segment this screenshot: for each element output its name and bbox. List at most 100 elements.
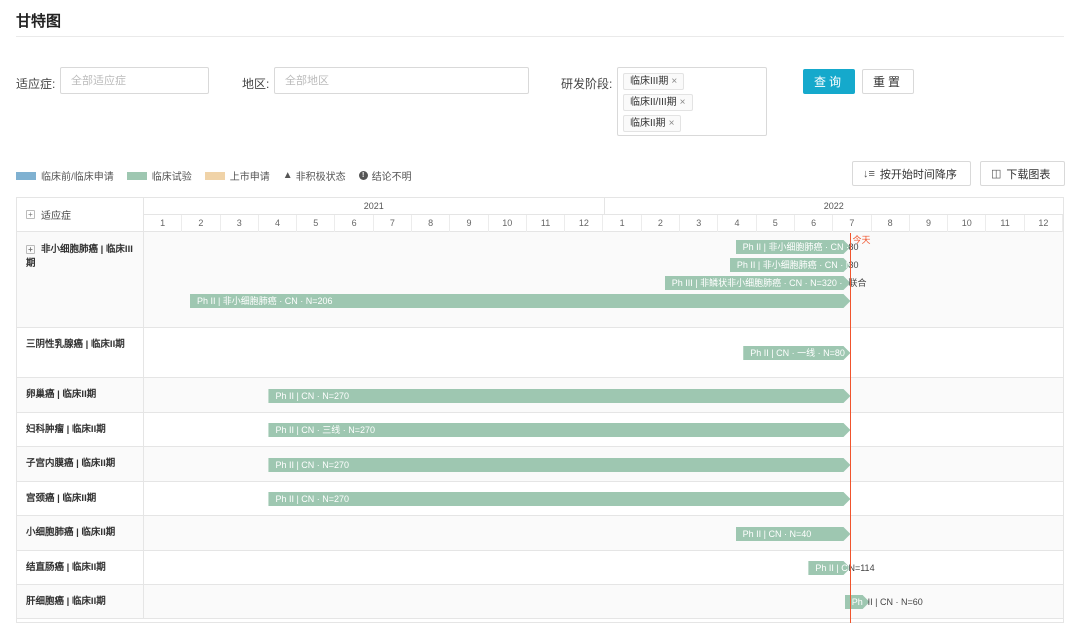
month-label: 7 (833, 215, 872, 232)
year-axis: 2021 2022 (144, 198, 1063, 215)
tag-close-icon[interactable]: × (671, 76, 677, 87)
row-label-text: 子宫内膜癌 | 临床II期 (26, 458, 116, 469)
row-label: 肝细胞癌 | 临床II期 (17, 585, 144, 618)
month-label: 6 (335, 215, 374, 232)
phase-tag-label: 临床III期 (630, 76, 669, 87)
legend-item: ▲ 非积极状态 (283, 168, 346, 183)
gantt-row: 小细胞肺癌 | 临床II期 Ph II | CN · N=40 (17, 516, 1063, 551)
gantt-row: 卵巢癌 | 临床II期 Ph II | CN · N=270 (17, 378, 1063, 413)
month-axis: 1 2 3 4 5 6 7 8 9 10 11 12 1 2 3 4 5 6 7 8 9 10 11 12 (144, 215, 1063, 232)
phase-multiselect[interactable]: 临床III期 × 临床II/III期 × 临床II期 × (617, 67, 767, 136)
row-label-text: 妇科肿瘤 | 临床II期 (26, 423, 106, 435)
month-label: 2 (642, 215, 681, 232)
month-label: 4 (259, 215, 298, 232)
month-label: 10 (948, 215, 987, 232)
gantt-bar[interactable]: Ph III | 非鳞状非小细胞肺癌 · CN · N=320 · (665, 276, 851, 290)
tag-close-icon[interactable]: × (669, 118, 675, 129)
download-chart-icon: ◫ (991, 168, 1002, 180)
legend-label: 结论不明 (371, 172, 412, 183)
gantt-bar[interactable]: Ph II | CN · N=270 (268, 492, 850, 506)
page-title: 甘特图 (16, 13, 62, 30)
month-label: 12 (565, 215, 604, 232)
gantt-chart: + 适应症 2021 2022 1 2 3 4 5 6 7 8 9 10 11 12 1 2 3 4 5 6 7 8 9 1… (16, 197, 1064, 623)
row-label-text: 宫颈癌 | 临床II期 (26, 492, 97, 504)
exclamation-icon: ! (358, 171, 368, 180)
month-label: 9 (450, 215, 489, 232)
title-divider (16, 36, 1064, 37)
gantt-bar[interactable]: Ph II | 非小细胞肺癌 · CN · N= (736, 240, 851, 254)
phase-label: 研发阶段: (561, 77, 613, 91)
gantt-bar[interactable]: Ph II | CN · N=270 (268, 389, 850, 403)
legend-item: 上市申请 (204, 168, 270, 183)
row-label-text: 肝细胞癌 | 临床II期 (26, 595, 106, 607)
month-label: 5 (297, 215, 336, 232)
month-label: 3 (680, 215, 719, 232)
row-label: 妇科肿瘤 | 临床II期 (17, 413, 144, 446)
indication-label: 适应症: (16, 77, 56, 91)
month-label: 11 (527, 215, 566, 232)
phase-tag-label: 临床II/III期 (630, 97, 677, 108)
gantt-bar[interactable]: Ph II | 非小细胞肺癌 · CN · N=206 (190, 294, 851, 308)
row-label: 三阴性乳腺癌 | 临床II期 (17, 328, 144, 377)
row-label: + 非小细胞肺癌 | 临床III期 (17, 232, 144, 327)
gantt-bar[interactable]: Ph II | CN (808, 561, 850, 575)
month-label: 10 (489, 215, 527, 232)
gantt-bar-overflow-text: N=114 (848, 563, 875, 573)
download-button[interactable]: ◫ 下载图表 (980, 161, 1065, 186)
row-label-text: 小细胞肺癌 | 临床II期 (26, 527, 116, 538)
legend-item: ! 结论不明 (358, 168, 412, 183)
query-button[interactable]: 查询 (803, 69, 855, 94)
gantt-bar[interactable]: Ph II | CN · N=270 (268, 458, 850, 472)
row-label: 卵巢癌 | 临床II期 (17, 378, 144, 412)
tag-close-icon[interactable]: × (680, 97, 686, 108)
gantt-bar[interactable]: Ph (845, 595, 870, 609)
month-label: 8 (872, 215, 910, 232)
month-label: 5 (757, 215, 795, 232)
expand-all-icon[interactable]: + (26, 210, 35, 219)
sort-button[interactable]: ↓≡ 按开始时间降序 (852, 161, 971, 186)
month-label: 12 (1025, 215, 1063, 232)
row-label-text: 三阴性乳腺癌 | 临床II期 (26, 339, 125, 350)
indication-select[interactable] (60, 67, 209, 94)
expand-row-icon[interactable]: + (26, 245, 35, 254)
month-label: 4 (718, 215, 757, 232)
legend-label: 临床试验 (151, 172, 192, 183)
row-label-text: 卵巢癌 | 临床II期 (26, 389, 97, 400)
indication-column-header: + 适应症 (17, 198, 144, 232)
today-label: 今天 (852, 235, 871, 245)
gantt-row: 宫颈癌 | 临床II期 Ph II | CN · N=270 (17, 482, 1063, 516)
month-label: 7 (374, 215, 413, 232)
region-select[interactable] (274, 67, 529, 94)
row-label-text: 结直肠癌 | 临床II期 (26, 561, 106, 573)
row-label: 宫颈癌 | 临床II期 (17, 482, 144, 515)
gantt-row: 三阴性乳腺癌 | 临床II期 Ph II | CN · 一线 · N=80 (17, 328, 1063, 378)
legend-item: 临床前/临床申请 (16, 168, 114, 183)
phase-tag: 临床III期 × (623, 73, 685, 90)
month-label: 1 (604, 215, 642, 232)
sort-label: 按开始时间降序 (879, 168, 957, 181)
sort-desc-icon: ↓≡ (863, 167, 875, 180)
gantt-bar[interactable]: Ph II | 非小细胞肺癌 · CN · N= (730, 258, 851, 272)
gantt-row: 妇科肿瘤 | 临床II期 Ph II | CN · 三线 · N=270 (17, 413, 1063, 447)
reset-button[interactable]: 重置 (862, 69, 914, 94)
triangle-icon: ▲ (282, 170, 293, 181)
gantt-bar[interactable]: Ph II | CN · 一线 · N=80 (743, 346, 850, 360)
legend-swatch (126, 171, 147, 180)
phase-tag-label: 临床II期 (630, 118, 666, 129)
legend: 临床前/临床申请 临床试验 上市申请 ▲ 非积极状态 ! 结论不明 (16, 168, 425, 183)
month-label: 11 (986, 215, 1025, 232)
legend-swatch (16, 171, 36, 180)
gantt-row: 肝细胞癌 | 临床II期 Ph II | CN · N=60 (17, 585, 1063, 619)
region-label: 地区: (242, 77, 270, 91)
month-label: 6 (795, 215, 834, 232)
gantt-bar[interactable]: Ph II | CN · N=40 (736, 527, 851, 541)
row-label: 结直肠癌 | 临床II期 (17, 551, 144, 584)
month-label: 1 (144, 215, 183, 232)
month-label: 9 (910, 215, 949, 232)
download-label: 下载图表 (1006, 168, 1051, 181)
month-label: 8 (412, 215, 451, 232)
year-label: 2021 (363, 201, 384, 211)
gantt-bar[interactable]: Ph II | CN · 三线 · N=270 (268, 423, 850, 437)
gantt-row: 结直肠癌 | 临床II期 Ph II | CN N=114 (17, 551, 1063, 585)
today-marker-line (850, 233, 852, 623)
